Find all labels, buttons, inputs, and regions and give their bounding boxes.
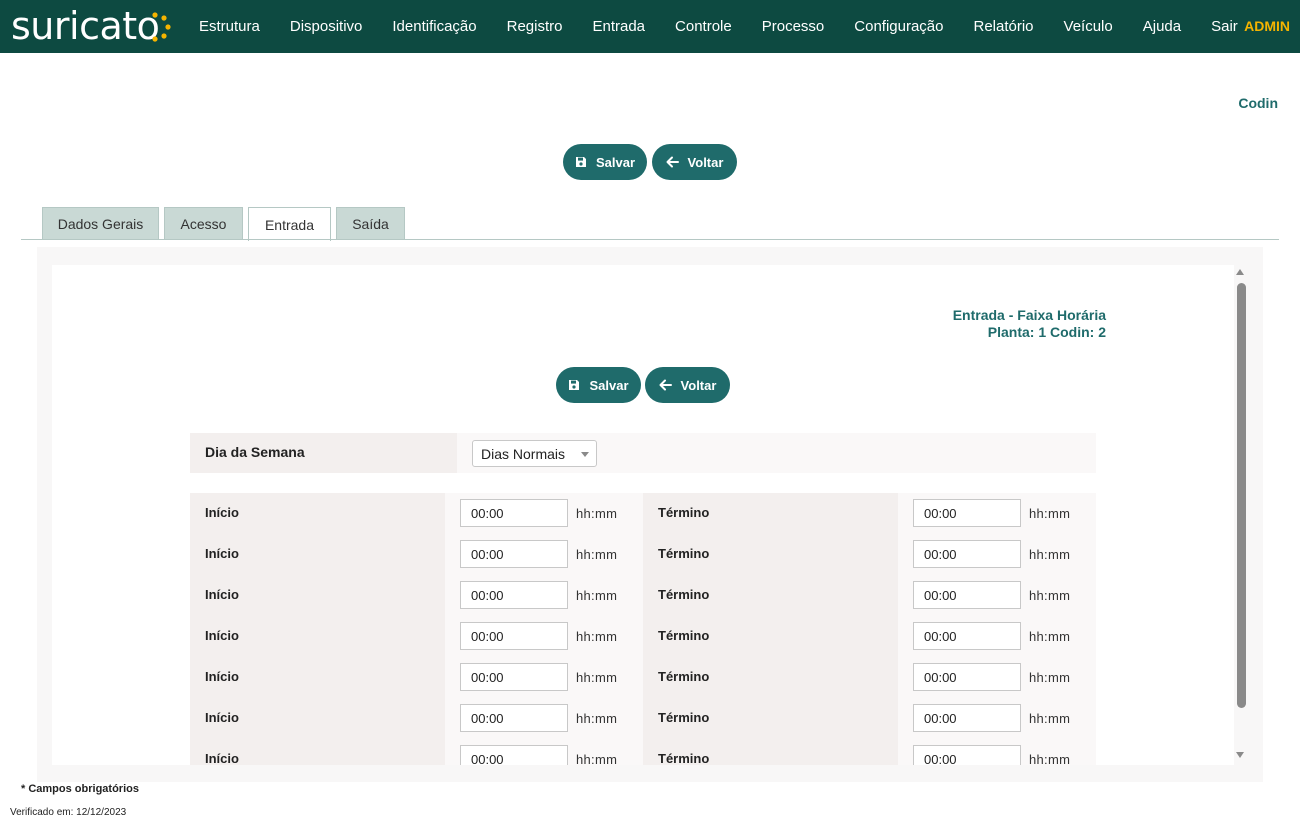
start-format-hint: hh:mm <box>576 588 618 603</box>
start-time-input[interactable]: 00:00 <box>460 663 568 691</box>
start-time-input[interactable]: 00:00 <box>460 499 568 527</box>
end-time-input[interactable]: 00:00 <box>913 663 1021 691</box>
form-back-button[interactable]: Voltar <box>645 367 730 403</box>
time-range-row: Início 00:00 hh:mm Término 00:00 hh:mm <box>0 575 1300 616</box>
end-label: Término <box>658 628 710 643</box>
end-label: Término <box>658 546 710 561</box>
time-range-row: Início 00:00 hh:mm Término 00:00 hh:mm <box>0 698 1300 739</box>
nav-item-entrada[interactable]: Entrada <box>577 0 660 53</box>
end-label: Término <box>658 751 710 765</box>
floppy-disk-icon <box>569 380 580 390</box>
start-format-hint: hh:mm <box>576 629 618 644</box>
floppy-disk-icon <box>575 157 586 167</box>
start-format-hint: hh:mm <box>576 506 618 521</box>
start-label: Início <box>205 546 239 561</box>
end-format-hint: hh:mm <box>1029 711 1071 726</box>
nav-item-relatorio[interactable]: Relatório <box>959 0 1049 53</box>
end-time-input[interactable]: 00:00 <box>913 581 1021 609</box>
nav-item-registro[interactable]: Registro <box>492 0 578 53</box>
end-label: Término <box>658 505 710 520</box>
save-button-label: Salvar <box>595 154 636 170</box>
start-time-input[interactable]: 00:00 <box>460 622 568 650</box>
start-label: Início <box>205 505 239 520</box>
caret-down-icon <box>581 452 589 457</box>
nav-item-ajuda[interactable]: Ajuda <box>1128 0 1196 53</box>
end-format-hint: hh:mm <box>1029 547 1071 562</box>
form-save-button[interactable]: Salvar <box>556 367 641 403</box>
end-time-input[interactable]: 00:00 <box>913 704 1021 732</box>
arrow-left-icon <box>659 379 672 391</box>
time-range-row: Início 00:00 hh:mm Término 00:00 hh:mm <box>0 534 1300 575</box>
time-range-row: Início 00:00 hh:mm Término 00:00 hh:mm <box>0 493 1300 534</box>
form-back-button-label: Voltar <box>680 377 717 393</box>
end-time-input[interactable]: 00:00 <box>913 540 1021 568</box>
logo-dots-icon <box>152 12 171 42</box>
end-format-hint: hh:mm <box>1029 588 1071 603</box>
start-time-input[interactable]: 00:00 <box>460 581 568 609</box>
nav-item-identificacao[interactable]: Identificação <box>377 0 491 53</box>
form-subtitle: Planta: 1 Codin: 2 <box>987 324 1106 340</box>
end-label: Término <box>658 587 710 602</box>
end-time-input[interactable]: 00:00 <box>913 745 1021 765</box>
nav-item-veiculo[interactable]: Veículo <box>1049 0 1128 53</box>
start-label: Início <box>205 587 239 602</box>
end-time-input[interactable]: 00:00 <box>913 622 1021 650</box>
user-name[interactable]: ADMIN <box>1244 0 1290 53</box>
start-label: Início <box>205 751 239 765</box>
time-range-rows: Início 00:00 hh:mm Término 00:00 hh:mm I… <box>0 493 1300 765</box>
save-button[interactable]: Salvar <box>563 144 647 180</box>
time-range-row: Início 00:00 hh:mm Término 00:00 hh:mm <box>0 616 1300 657</box>
day-of-week-select[interactable]: Dias Normais <box>472 440 597 467</box>
tab-saida[interactable]: Saída <box>336 207 405 240</box>
tab-entrada[interactable]: Entrada <box>248 207 331 241</box>
back-button-label: Voltar <box>687 154 724 170</box>
logo[interactable]: suricato <box>11 4 160 48</box>
arrow-left-icon <box>666 156 679 168</box>
nav-item-dispositivo[interactable]: Dispositivo <box>275 0 378 53</box>
nav-item-configuracao[interactable]: Configuração <box>839 0 958 53</box>
form-heading: Entrada - Faixa Horária Planta: 1 Codin:… <box>953 307 1106 341</box>
required-fields-note: * Campos obrigatórios <box>21 783 139 795</box>
end-label: Término <box>658 669 710 684</box>
start-label: Início <box>205 628 239 643</box>
start-label: Início <box>205 669 239 684</box>
start-label: Início <box>205 710 239 725</box>
nav-item-controle[interactable]: Controle <box>660 0 747 53</box>
start-time-input[interactable]: 00:00 <box>460 540 568 568</box>
scroll-up-arrow[interactable] <box>1236 269 1244 275</box>
day-of-week-value: Dias Normais <box>481 446 566 462</box>
back-button[interactable]: Voltar <box>652 144 737 180</box>
time-range-row: Início 00:00 hh:mm Término 00:00 hh:mm <box>0 739 1300 765</box>
tab-divider <box>21 239 1279 240</box>
end-format-hint: hh:mm <box>1029 670 1071 685</box>
verified-date: Verificado em: 12/12/2023 <box>10 807 127 818</box>
nav-item-estrutura[interactable]: Estrutura <box>184 0 275 53</box>
codin-label: Codin <box>1238 95 1278 111</box>
start-format-hint: hh:mm <box>576 670 618 685</box>
top-navbar: suricato Estrutura Dispositivo Identific… <box>0 0 1300 53</box>
time-range-row: Início 00:00 hh:mm Término 00:00 hh:mm <box>0 657 1300 698</box>
start-time-input[interactable]: 00:00 <box>460 704 568 732</box>
nav-item-processo[interactable]: Processo <box>747 0 840 53</box>
start-format-hint: hh:mm <box>576 547 618 562</box>
day-of-week-row: Dia da Semana <box>190 433 1096 473</box>
end-label: Término <box>658 710 710 725</box>
end-format-hint: hh:mm <box>1029 506 1071 521</box>
day-of-week-label: Dia da Semana <box>190 433 457 473</box>
tab-dados-gerais[interactable]: Dados Gerais <box>42 207 159 240</box>
end-format-hint: hh:mm <box>1029 629 1071 644</box>
start-format-hint: hh:mm <box>576 711 618 726</box>
end-format-hint: hh:mm <box>1029 752 1071 765</box>
form-title: Entrada - Faixa Horária <box>952 307 1106 323</box>
tab-acesso[interactable]: Acesso <box>164 207 243 240</box>
start-format-hint: hh:mm <box>576 752 618 765</box>
main-menu: Estrutura Dispositivo Identificação Regi… <box>184 0 1253 53</box>
form-save-button-label: Salvar <box>589 377 629 393</box>
start-time-input[interactable]: 00:00 <box>460 745 568 765</box>
end-time-input[interactable]: 00:00 <box>913 499 1021 527</box>
